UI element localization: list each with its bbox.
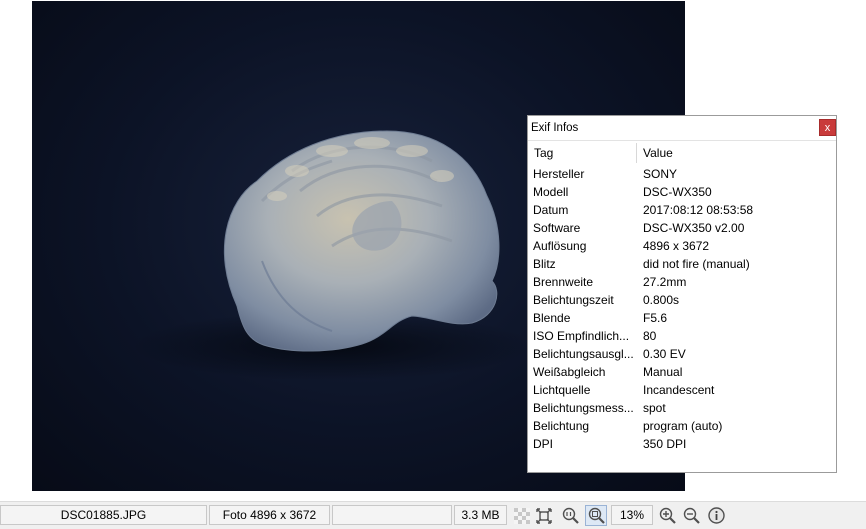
empty-field xyxy=(332,505,452,525)
tag-cell: Modell xyxy=(533,185,569,199)
exif-table-body: Hersteller SONY Modell DSC-WX350 Datum 2017… xyxy=(528,166,836,454)
table-row[interactable]: Lichtquelle Incandescent xyxy=(528,382,836,400)
tag-cell: Hersteller xyxy=(533,167,585,181)
value-cell: 350 DPI xyxy=(643,437,687,451)
tag-cell: ISO Empfindlich... xyxy=(533,329,630,343)
value-cell: 4896 x 3672 xyxy=(643,239,710,253)
zoom-out-icon[interactable] xyxy=(680,505,702,526)
column-divider[interactable] xyxy=(636,143,637,163)
value-cell: DSC-WX350 v2.00 xyxy=(643,221,745,235)
table-row[interactable]: ISO Empfindlich... 80 xyxy=(528,328,836,346)
table-row[interactable]: Belichtungsausgl... 0.30 EV xyxy=(528,346,836,364)
value-cell: SONY xyxy=(643,167,678,181)
tag-cell: Weißabgleich xyxy=(533,365,606,379)
fit-to-window-icon[interactable] xyxy=(533,505,555,526)
table-row[interactable]: Modell DSC-WX350 xyxy=(528,184,836,202)
tag-cell: DPI xyxy=(533,437,554,451)
exif-table-header: Tag Value xyxy=(528,141,836,165)
dimensions-field: Foto 4896 x 3672 xyxy=(209,505,330,525)
table-row[interactable]: Belichtungszeit 0.800s xyxy=(528,292,836,310)
tag-cell: Belichtung xyxy=(533,419,590,433)
tag-cell: Lichtquelle xyxy=(533,383,591,397)
tag-cell: Blitz xyxy=(533,257,556,271)
table-row[interactable]: Belichtung program (auto) xyxy=(528,418,836,436)
exif-panel-titlebar[interactable]: Exif Infos x xyxy=(528,116,836,141)
table-row[interactable]: Auflösung 4896 x 3672 xyxy=(528,238,836,256)
tag-cell: Datum xyxy=(533,203,569,217)
close-button[interactable]: x xyxy=(819,119,836,136)
filename-field: DSC01885.JPG xyxy=(0,505,207,525)
status-bar: DSC01885.JPG Foto 4896 x 3672 3.3 MB 13% xyxy=(0,501,866,529)
value-cell: 80 xyxy=(643,329,657,343)
table-row[interactable]: Belichtungsmess... spot xyxy=(528,400,836,418)
value-cell: program (auto) xyxy=(643,419,723,433)
value-cell: DSC-WX350 xyxy=(643,185,712,199)
table-row[interactable]: Blitz did not fire (manual) xyxy=(528,256,836,274)
value-cell: F5.6 xyxy=(643,311,668,325)
tag-cell: Belichtungsmess... xyxy=(533,401,634,415)
value-cell: spot xyxy=(643,401,666,415)
close-icon: x xyxy=(824,122,831,134)
transparency-checker-icon[interactable] xyxy=(511,505,533,526)
table-row[interactable]: Hersteller SONY xyxy=(528,166,836,184)
filesize-field: 3.3 MB xyxy=(454,505,507,525)
column-header-value[interactable]: Value xyxy=(643,146,673,160)
zoom-fit-icon[interactable] xyxy=(585,505,607,526)
table-row[interactable]: Brennweite 27.2mm xyxy=(528,274,836,292)
tag-cell: Software xyxy=(533,221,581,235)
tag-cell: Brennweite xyxy=(533,275,594,289)
tag-cell: Blende xyxy=(533,311,571,325)
zoom-in-icon[interactable] xyxy=(656,505,678,526)
value-cell: 0.800s xyxy=(643,293,680,307)
value-cell: 27.2mm xyxy=(643,275,687,289)
value-cell: Incandescent xyxy=(643,383,715,397)
value-cell: Manual xyxy=(643,365,683,379)
table-row[interactable]: DPI 350 DPI xyxy=(528,436,836,454)
actual-size-icon[interactable] xyxy=(559,505,581,526)
info-icon[interactable] xyxy=(705,505,727,526)
value-cell: 0.30 EV xyxy=(643,347,686,361)
zoom-level-field[interactable]: 13% xyxy=(611,505,653,525)
tag-cell: Belichtungszeit xyxy=(533,293,614,307)
table-row[interactable]: Blende F5.6 xyxy=(528,310,836,328)
table-row[interactable]: Datum 2017:08:12 08:53:58 xyxy=(528,202,836,220)
column-header-tag[interactable]: Tag xyxy=(534,146,553,160)
value-cell: 2017:08:12 08:53:58 xyxy=(643,203,754,217)
exif-info-panel: Exif Infos x Tag Value Hersteller SONY Mo… xyxy=(527,115,837,473)
tag-cell: Belichtungsausgl... xyxy=(533,347,634,361)
value-cell: did not fire (manual) xyxy=(643,257,750,271)
exif-panel-title: Exif Infos xyxy=(531,122,579,134)
table-row[interactable]: Weißabgleich Manual xyxy=(528,364,836,382)
table-row[interactable]: Software DSC-WX350 v2.00 xyxy=(528,220,836,238)
tag-cell: Auflösung xyxy=(533,239,587,253)
